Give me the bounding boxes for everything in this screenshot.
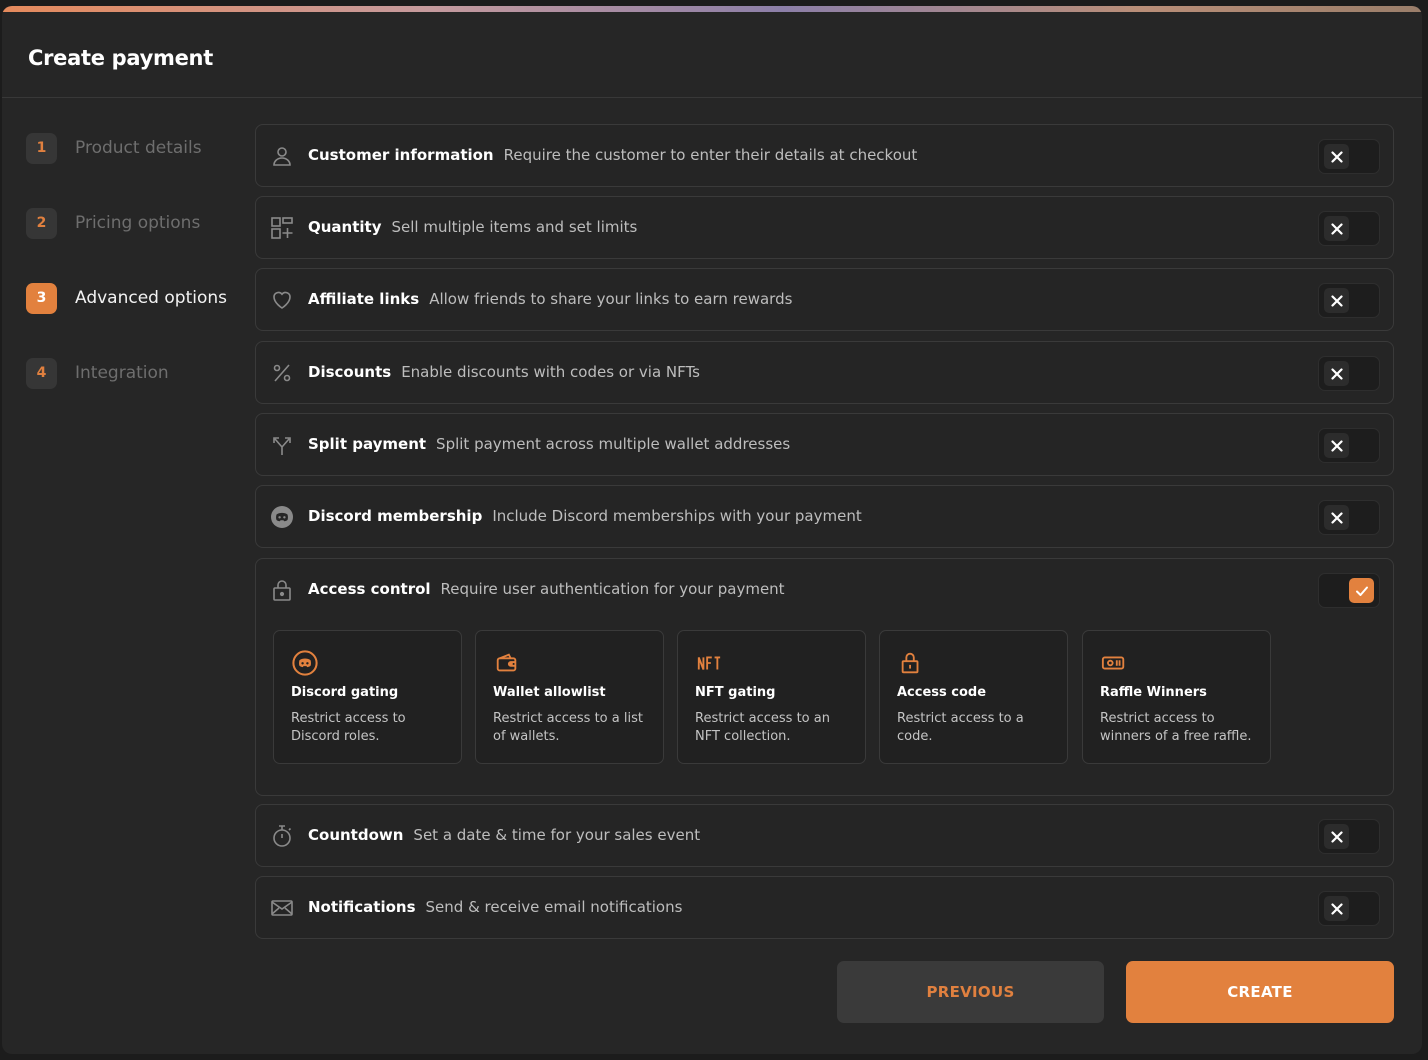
nft-icon [697, 656, 721, 670]
percent-icon [273, 364, 291, 382]
close-icon [1324, 361, 1349, 386]
option-notifications: Notifications Send & receive email notifi… [255, 876, 1394, 939]
modal-header: Create payment [2, 12, 1422, 98]
customer-information-toggle[interactable] [1318, 139, 1380, 174]
option-title: Discounts [308, 363, 392, 381]
option-quantity: Quantity Sell multiple items and set limi… [255, 196, 1394, 259]
step-number: 3 [26, 282, 57, 314]
card-description: Restrict access to a list of wallets. [493, 711, 643, 744]
option-description: Require user authentication for your pay… [440, 580, 785, 598]
split-payment-toggle[interactable] [1318, 428, 1380, 463]
notifications-toggle[interactable] [1318, 891, 1380, 926]
card-wallet-allowlist[interactable]: Wallet allowlist Restrict access to a li… [475, 630, 664, 764]
discord-icon [271, 506, 293, 528]
step-pricing-options[interactable]: 2 Pricing options [26, 207, 200, 239]
step-integration[interactable]: 4 Integration [26, 357, 169, 389]
step-label: Product details [75, 138, 202, 158]
card-access-code[interactable]: Access code Restrict access to a code. [879, 630, 1068, 764]
close-icon [1324, 505, 1349, 530]
option-description: Include Discord memberships with your pa… [492, 507, 862, 525]
step-number: 1 [26, 132, 57, 164]
close-icon [1324, 288, 1349, 313]
close-icon [1324, 433, 1349, 458]
option-description: Require the customer to enter their deta… [503, 146, 918, 164]
heart-icon [273, 291, 291, 309]
wallet-icon [496, 653, 517, 672]
affiliate-links-toggle[interactable] [1318, 283, 1380, 318]
step-product-details[interactable]: 1 Product details [26, 132, 202, 164]
split-icon [273, 437, 291, 455]
option-customer-information: Customer information Require the customer… [255, 124, 1394, 187]
option-title: Access control [308, 580, 431, 598]
card-description: Restrict access to Discord roles. [291, 711, 406, 744]
check-icon [1349, 578, 1374, 603]
option-discord-membership: Discord membership Include Discord member… [255, 485, 1394, 548]
option-title: Countdown [308, 826, 404, 844]
discord-membership-toggle[interactable] [1318, 500, 1380, 535]
card-nft-gating[interactable]: NFT gating Restrict access to an NFT col… [677, 630, 866, 764]
close-icon [1324, 824, 1349, 849]
step-label: Integration [75, 363, 169, 383]
option-description: Enable discounts with codes or via NFTs [401, 363, 701, 381]
option-title: Notifications [308, 898, 416, 916]
step-label: Pricing options [75, 213, 201, 233]
option-title: Quantity [308, 218, 382, 236]
page-title: Create payment [28, 46, 213, 70]
card-description: Restrict access to winners of a free raf… [1100, 711, 1252, 744]
step-number: 4 [26, 357, 57, 389]
option-description: Split payment across multiple wallet add… [436, 435, 791, 453]
create-button[interactable]: CREATE [1126, 961, 1394, 1023]
lock-icon [901, 652, 919, 674]
close-icon [1324, 216, 1349, 241]
card-title: Access code [897, 685, 987, 700]
step-label: Advanced options [75, 288, 227, 308]
step-advanced-options[interactable]: 3 Advanced options [26, 282, 227, 314]
option-access-control: Access control Require user authenticatio… [255, 558, 1394, 796]
option-description: Set a date & time for your sales event [413, 826, 701, 844]
previous-button[interactable]: PREVIOUS [837, 961, 1104, 1023]
card-description: Restrict access to an NFT collection. [695, 711, 830, 744]
option-title: Discord membership [308, 507, 483, 525]
card-title: NFT gating [695, 685, 776, 700]
card-raffle-winners[interactable]: Raffle Winners Restrict access to winner… [1082, 630, 1271, 764]
close-icon [1324, 896, 1349, 921]
option-title: Affiliate links [308, 290, 420, 308]
option-split-payment: Split payment Split payment across multip… [255, 413, 1394, 476]
ticket-icon [1101, 656, 1125, 670]
stopwatch-icon [273, 825, 292, 847]
option-discounts: Discounts Enable discounts with codes or … [255, 341, 1394, 404]
option-title: Customer information [308, 146, 494, 164]
option-description: Send & receive email notifications [425, 898, 683, 916]
lock-icon [273, 580, 291, 601]
option-description: Allow friends to share your links to ear… [429, 290, 793, 308]
card-discord-gating[interactable]: Discord gating Restrict access to Discor… [273, 630, 462, 764]
discord-icon [292, 650, 318, 676]
card-title: Discord gating [291, 685, 399, 700]
quantity-toggle[interactable] [1318, 211, 1380, 246]
access-control-toggle[interactable] [1318, 573, 1380, 608]
close-icon [1324, 144, 1349, 169]
card-description: Restrict access to a code. [897, 711, 1024, 744]
mail-icon [271, 900, 293, 916]
quantity-icon [271, 217, 293, 239]
countdown-toggle[interactable] [1318, 819, 1380, 854]
option-description: Sell multiple items and set limits [391, 218, 638, 236]
option-affiliate-links: Affiliate links Allow friends to share yo… [255, 268, 1394, 331]
discounts-toggle[interactable] [1318, 356, 1380, 391]
user-icon [273, 147, 291, 166]
card-title: Wallet allowlist [493, 685, 606, 700]
card-title: Raffle Winners [1100, 685, 1207, 700]
step-number: 2 [26, 207, 57, 239]
option-countdown: Countdown Set a date & time for your sale… [255, 804, 1394, 867]
option-title: Split payment [308, 435, 427, 453]
